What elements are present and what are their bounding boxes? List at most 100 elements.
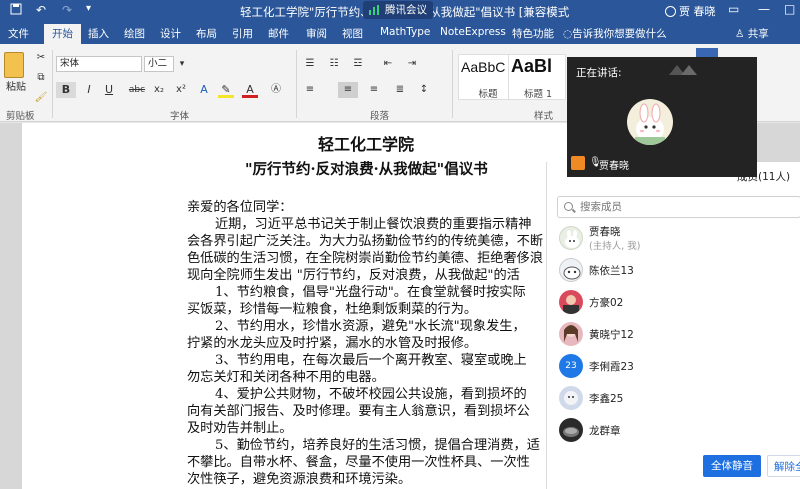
speaking-label: 正在讲话: xyxy=(576,67,622,79)
style-caption: 标题 1 xyxy=(523,89,553,100)
underline-button[interactable]: U xyxy=(100,82,118,98)
tell-me-box[interactable]: ◌告诉我你想要做什么 xyxy=(563,26,667,41)
superscript-button[interactable]: x² xyxy=(172,82,190,98)
tab-view[interactable]: 视图 xyxy=(342,26,363,41)
align-center-icon[interactable]: ≡ xyxy=(338,82,358,98)
paste-button[interactable]: 粘贴 xyxy=(4,80,28,96)
char-shading-icon[interactable]: Ⓐ xyxy=(268,82,284,98)
ribbon-display-icon[interactable]: ▭ xyxy=(728,2,739,16)
user-icon xyxy=(665,6,676,17)
font-size-dropdown-icon[interactable]: ▾ xyxy=(176,56,188,72)
mute-all-button[interactable]: 全体静音 xyxy=(703,455,761,477)
copy-icon[interactable]: ⧉ xyxy=(34,70,48,86)
divider xyxy=(452,50,453,118)
redo-icon[interactable]: ↷ xyxy=(62,3,72,17)
tab-design[interactable]: 设计 xyxy=(160,26,181,41)
bold-button[interactable]: B xyxy=(56,82,76,98)
tab-special[interactable]: 特色功能 xyxy=(512,26,554,41)
member-name: 李俐霞23 xyxy=(589,361,634,373)
member-item[interactable]: 龙群章 xyxy=(559,416,799,444)
member-search[interactable] xyxy=(557,196,800,218)
member-item[interactable]: 李鑫25 xyxy=(559,384,799,412)
font-name-value: 宋体 xyxy=(60,58,80,69)
align-left-icon[interactable]: ≡ xyxy=(302,82,318,98)
tab-file[interactable]: 文件 xyxy=(8,26,29,41)
member-item[interactable]: 贾春晓 (主持人, 我) xyxy=(559,224,799,252)
increase-indent-icon[interactable]: ⇥ xyxy=(404,56,420,72)
member-item[interactable]: 方豪02 xyxy=(559,288,799,316)
italic-button[interactable]: I xyxy=(80,82,98,98)
tencent-meeting-logo-icon xyxy=(669,65,697,75)
strikethrough-button[interactable]: abc xyxy=(126,82,148,98)
tab-insert[interactable]: 插入 xyxy=(88,26,109,41)
member-name: 李鑫25 xyxy=(589,393,624,405)
font-size-value: 小二 xyxy=(148,58,168,69)
person-icon xyxy=(571,156,585,170)
bullets-icon[interactable]: ☰ xyxy=(302,56,318,72)
subscript-button[interactable]: x₂ xyxy=(150,82,168,98)
tab-mailings[interactable]: 邮件 xyxy=(268,26,289,41)
line-spacing-icon[interactable]: ↕ xyxy=(416,82,432,98)
share-button[interactable]: ♙ 共享 xyxy=(735,26,769,41)
font-group-label: 字体 xyxy=(170,111,190,122)
signal-icon xyxy=(369,5,381,15)
speaker-video-window[interactable]: 正在讲话: 🎙 贾春晓 xyxy=(567,57,757,177)
customize-qat-icon[interactable]: ▾ xyxy=(86,3,91,14)
meeting-indicator[interactable]: 腾讯会议 xyxy=(363,1,433,19)
member-name: 黄晓宁12 xyxy=(589,329,634,341)
cut-icon[interactable]: ✂ xyxy=(34,50,48,66)
member-item[interactable]: 陈依兰13 xyxy=(559,256,799,284)
font-color-icon[interactable]: A xyxy=(242,82,258,98)
format-painter-icon[interactable]: 🖌 xyxy=(34,90,48,106)
divider xyxy=(296,50,297,118)
font-size-select[interactable]: 小二 xyxy=(144,56,174,72)
member-name: 陈依兰13 xyxy=(589,265,634,277)
speaker-avatar xyxy=(627,99,673,145)
avatar xyxy=(559,226,583,250)
decrease-indent-icon[interactable]: ⇤ xyxy=(380,56,396,72)
meeting-label: 腾讯会议 xyxy=(385,4,427,16)
member-item[interactable]: 黄晓宁12 xyxy=(559,320,799,348)
maximize-icon[interactable]: □ xyxy=(784,2,795,16)
undo-icon[interactable]: ↶ xyxy=(36,3,46,17)
style-sample: AaBbC xyxy=(461,59,506,75)
multilevel-list-icon[interactable]: ☲ xyxy=(350,56,366,72)
font-name-select[interactable]: 宋体 xyxy=(56,56,142,72)
style-heading-1[interactable]: AaBl 标题 1 xyxy=(508,54,566,100)
style-sample: AaBl xyxy=(511,56,553,76)
avatar xyxy=(559,386,583,410)
avatar-initials: 23 xyxy=(565,361,577,371)
avatar xyxy=(559,258,583,282)
tab-home[interactable]: 开始 xyxy=(44,24,81,44)
document-title: 轻工化工学院 xyxy=(318,135,415,154)
members-panel: 成员(11人) 贾春晓 (主持人, 我) 陈依兰13 方豪02 xyxy=(546,162,800,489)
unmute-all-button[interactable]: 解除全体静音 xyxy=(767,455,800,477)
align-right-icon[interactable]: ≡ xyxy=(366,82,382,98)
minimize-icon[interactable]: — xyxy=(758,2,770,16)
tab-mathtype[interactable]: MathType xyxy=(380,26,430,38)
save-icon[interactable] xyxy=(10,3,22,18)
tab-references[interactable]: 引用 xyxy=(232,26,253,41)
paste-icon[interactable] xyxy=(4,52,24,78)
tab-draw[interactable]: 绘图 xyxy=(124,26,145,41)
member-role: (主持人, 我) xyxy=(589,241,641,252)
highlight-icon[interactable]: ✎ xyxy=(218,82,234,98)
title-bar: ↶ ↷ ▾ 轻工化工学院"厉行节约、反对浪费、从我做起"倡议书 [兼容模式] -… xyxy=(0,0,800,22)
avatar xyxy=(559,322,583,346)
speaker-name: 贾春晓 xyxy=(599,161,629,172)
tell-me-label: 告诉我你想要做什么 xyxy=(572,28,667,40)
tab-layout[interactable]: 布局 xyxy=(196,26,217,41)
justify-icon[interactable]: ≣ xyxy=(392,82,408,98)
member-name: 方豪02 xyxy=(589,297,624,309)
text-effects-icon[interactable]: A xyxy=(196,82,212,98)
member-item[interactable]: 23 李俐霞23 xyxy=(559,352,799,380)
search-input[interactable] xyxy=(580,200,780,214)
document-subtitle: "厉行节约·反对浪费·从我做起"倡议书 xyxy=(245,161,488,178)
tab-noteexpress[interactable]: NoteExpress xyxy=(440,26,506,38)
numbering-icon[interactable]: ☷ xyxy=(326,56,342,72)
ribbon-tabs: 文件 开始 插入 绘图 设计 布局 引用 邮件 审阅 视图 MathType N… xyxy=(0,22,800,44)
avatar: 23 xyxy=(559,354,583,378)
user-name: 贾 春晓 xyxy=(679,5,716,18)
user-account[interactable]: 贾 春晓 xyxy=(665,3,716,19)
tab-review[interactable]: 审阅 xyxy=(306,26,327,41)
